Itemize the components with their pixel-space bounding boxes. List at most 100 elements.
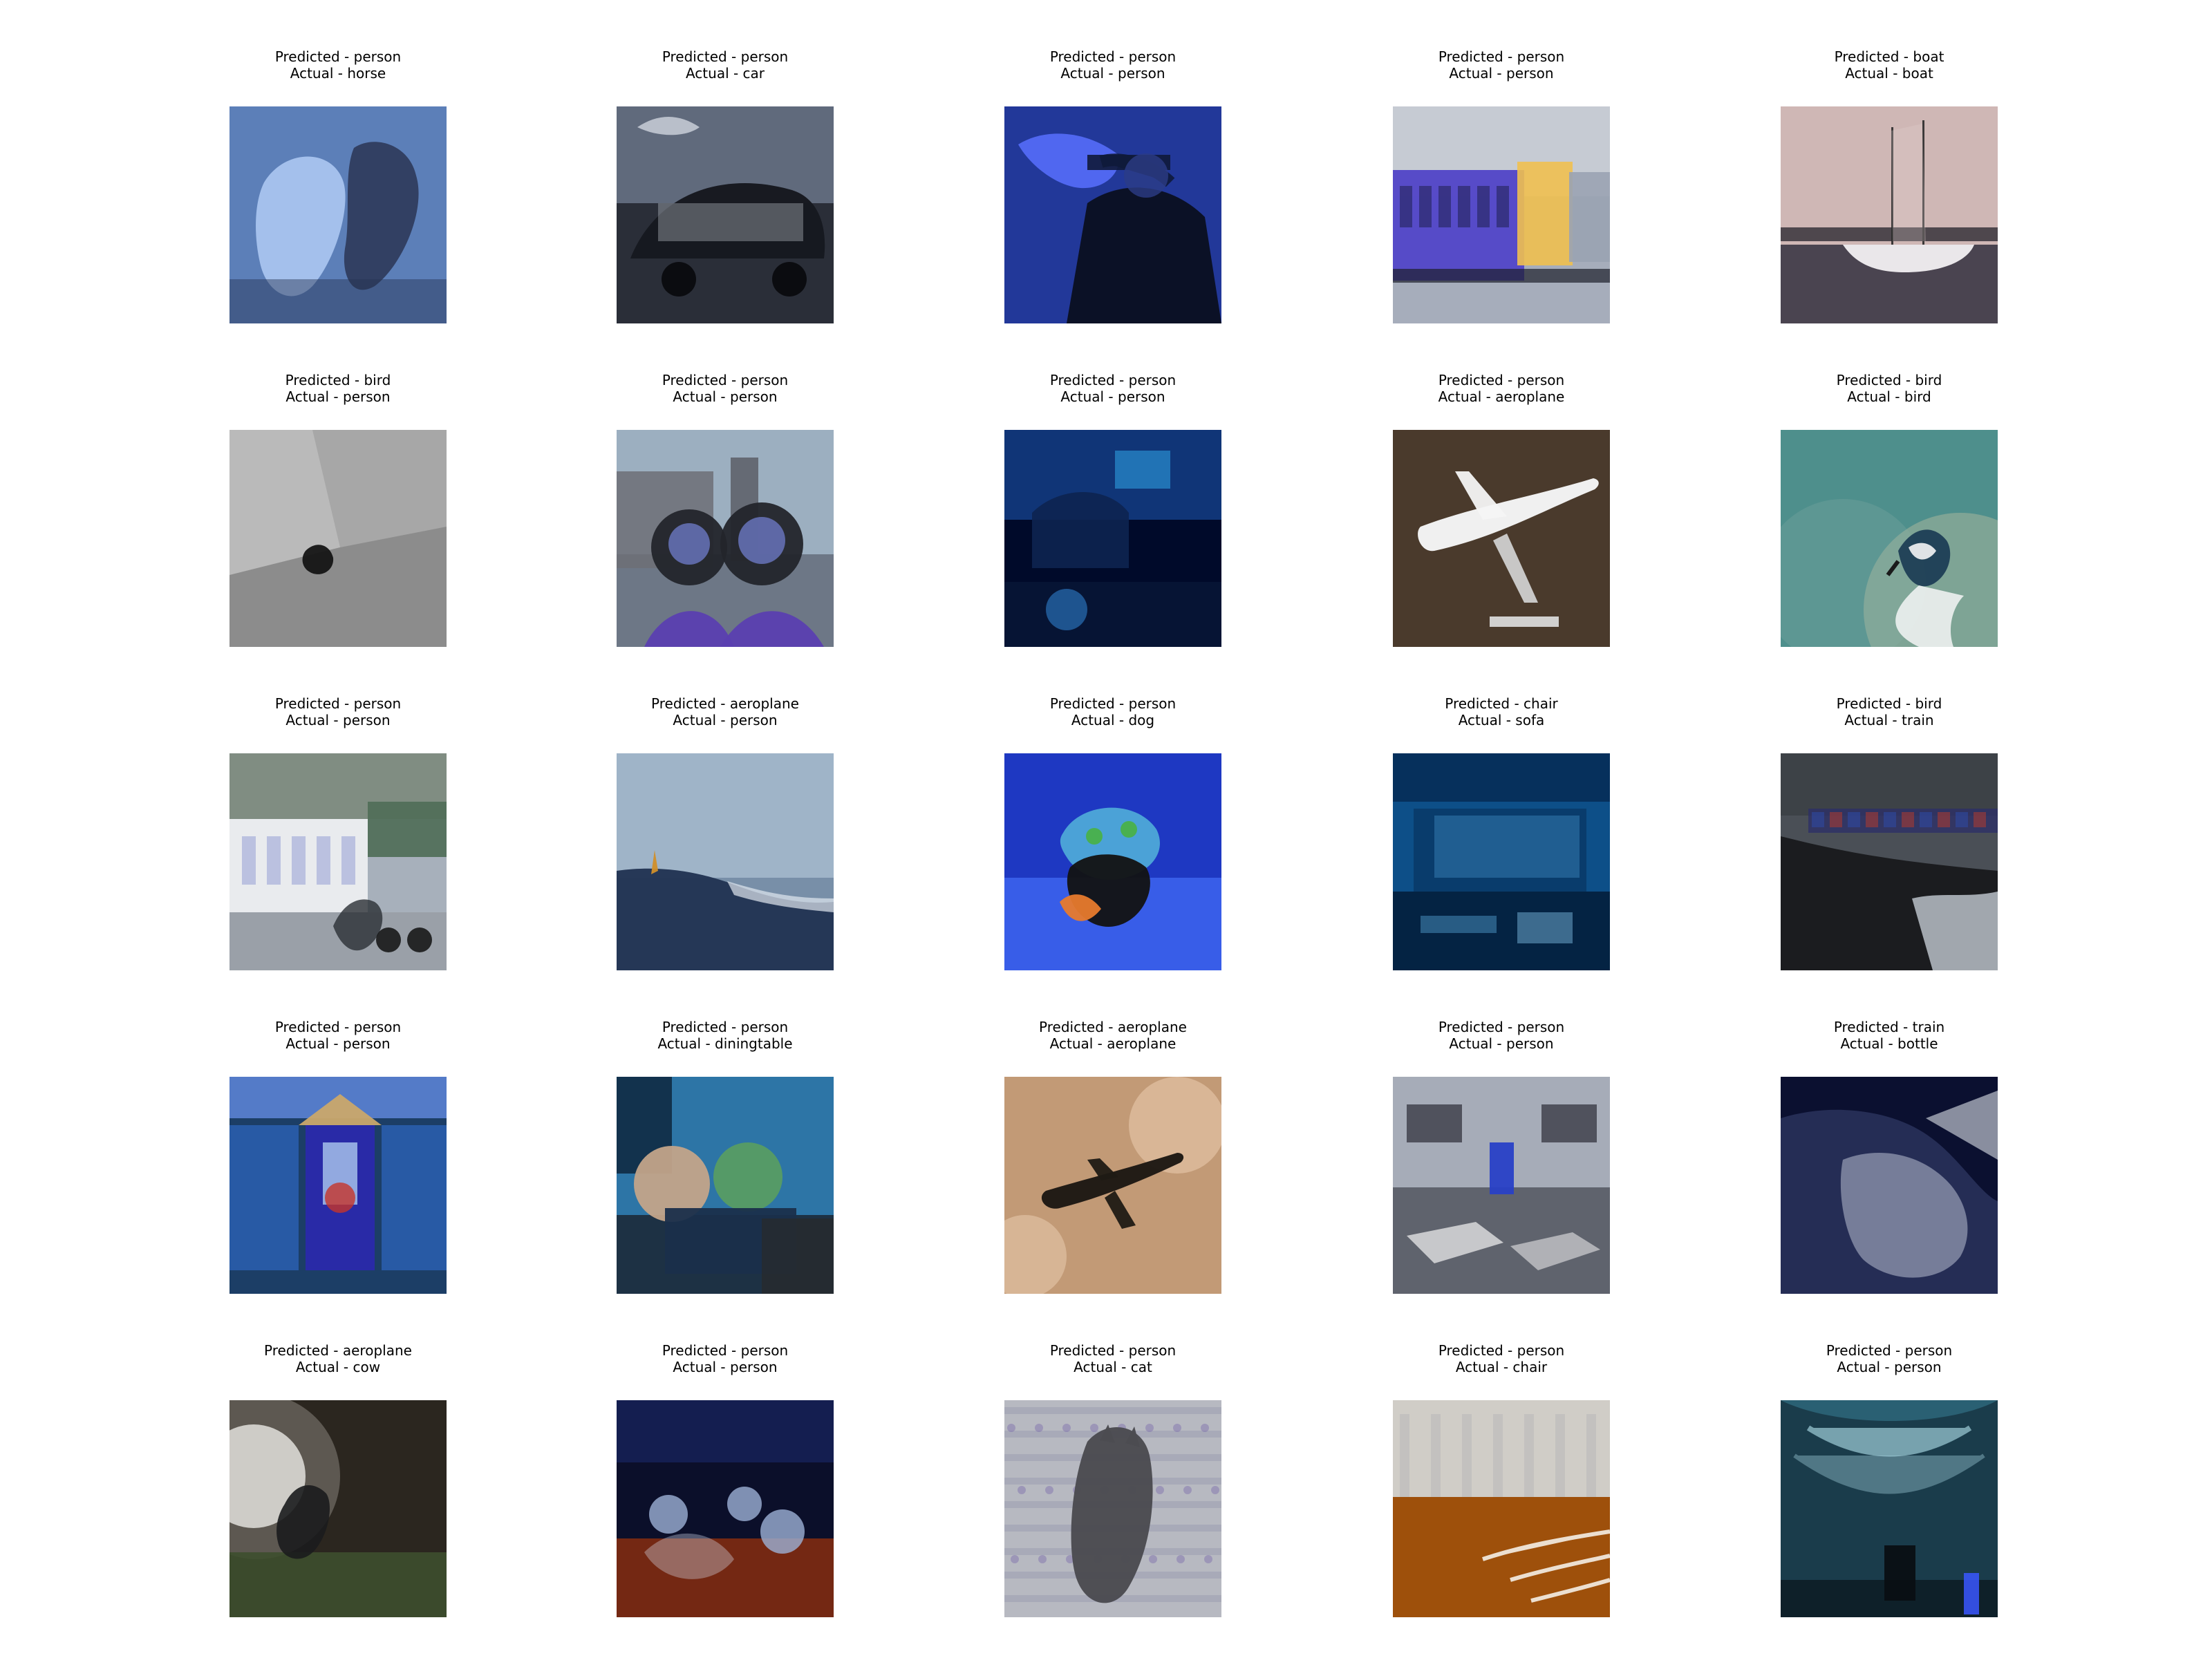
actual-label: Actual - person <box>673 388 778 405</box>
panel-image-graphic <box>229 753 447 970</box>
predicted-label: Predicted - boat <box>1834 48 1944 65</box>
actual-label: Actual - dog <box>1071 712 1155 728</box>
prediction-panel: Predicted - chair Actual - sofa <box>1308 695 1695 1020</box>
predicted-label: Predicted - person <box>274 695 402 712</box>
panel-image-graphic <box>1004 106 1221 323</box>
panel-image-graphic <box>617 753 834 970</box>
panel-image-graphic <box>1781 430 1998 647</box>
panel-image-graphic <box>1004 430 1221 647</box>
predicted-label: Predicted - aeroplane <box>1039 1019 1187 1035</box>
actual-label: Actual - sofa <box>1458 712 1545 728</box>
panel-image <box>229 1077 447 1294</box>
panel-image <box>617 1400 834 1617</box>
panel-caption: Predicted - aeroplane Actual - person <box>532 695 919 728</box>
panel-image <box>1393 106 1610 323</box>
panel-caption: Predicted - person Actual - person <box>1308 48 1695 82</box>
predicted-label: Predicted - aeroplane <box>651 695 799 712</box>
predicted-label: Predicted - bird <box>1836 372 1942 388</box>
panel-image <box>229 430 447 647</box>
prediction-panel: Predicted - person Actual - person <box>1308 48 1695 373</box>
predicted-label: Predicted - person <box>662 372 789 388</box>
actual-label: Actual - horse <box>290 65 386 82</box>
panel-caption: Predicted - person Actual - person <box>144 1019 532 1052</box>
panel-caption: Predicted - person Actual - horse <box>144 48 532 82</box>
actual-label: Actual - train <box>1844 712 1934 728</box>
panel-caption: Predicted - aeroplane Actual - cow <box>144 1342 532 1375</box>
predicted-label: Predicted - person <box>1049 372 1177 388</box>
prediction-panel: Predicted - aeroplane Actual - person <box>532 695 919 1020</box>
panel-image-graphic <box>617 430 834 647</box>
predicted-label: Predicted - person <box>662 1342 789 1359</box>
actual-label: Actual - bottle <box>1840 1035 1938 1052</box>
panel-image <box>1004 106 1221 323</box>
panel-caption: Predicted - person Actual - person <box>1308 1019 1695 1052</box>
results-grid: Predicted - person Actual - horse Predicte… <box>0 0 2212 1659</box>
panel-image <box>1781 106 1998 323</box>
prediction-panel: Predicted - person Actual - person <box>919 48 1306 373</box>
panel-image <box>1004 1400 1221 1617</box>
panel-image <box>229 1400 447 1617</box>
actual-label: Actual - chair <box>1455 1359 1548 1375</box>
predicted-label: Predicted - person <box>1438 372 1565 388</box>
prediction-panel: Predicted - boat Actual - boat <box>1696 48 2083 373</box>
predicted-label: Predicted - bird <box>285 372 391 388</box>
panel-image <box>1781 430 1998 647</box>
panel-image-graphic <box>229 430 447 647</box>
panel-image-graphic <box>229 1400 447 1617</box>
panel-image-graphic <box>1781 753 1998 970</box>
panel-caption: Predicted - person Actual - aeroplane <box>1308 372 1695 405</box>
panel-caption: Predicted - boat Actual - boat <box>1696 48 2083 82</box>
predicted-label: Predicted - person <box>1049 48 1177 65</box>
panel-image-graphic <box>617 1400 834 1617</box>
panel-image <box>617 106 834 323</box>
actual-label: Actual - car <box>685 65 765 82</box>
panel-caption: Predicted - aeroplane Actual - aeroplane <box>919 1019 1306 1052</box>
panel-image <box>1781 1077 1998 1294</box>
panel-image <box>1393 430 1610 647</box>
prediction-panel: Predicted - person Actual - person <box>532 1342 919 1667</box>
actual-label: Actual - person <box>673 1359 778 1375</box>
panel-image-graphic <box>1393 1077 1610 1294</box>
panel-caption: Predicted - person Actual - car <box>532 48 919 82</box>
panel-caption: Predicted - person Actual - person <box>919 48 1306 82</box>
prediction-panel: Predicted - bird Actual - person <box>144 372 532 697</box>
predicted-label: Predicted - person <box>662 48 789 65</box>
predicted-label: Predicted - person <box>1826 1342 1953 1359</box>
panel-caption: Predicted - person Actual - person <box>532 372 919 405</box>
panel-caption: Predicted - person Actual - person <box>1696 1342 2083 1375</box>
actual-label: Actual - person <box>673 712 778 728</box>
prediction-panel: Predicted - person Actual - horse <box>144 48 532 373</box>
panel-image <box>1004 753 1221 970</box>
actual-label: Actual - person <box>1060 388 1165 405</box>
predicted-label: Predicted - person <box>662 1019 789 1035</box>
predicted-label: Predicted - train <box>1833 1019 1945 1035</box>
panel-image-graphic <box>1393 753 1610 970</box>
actual-label: Actual - person <box>285 1035 391 1052</box>
panel-image <box>617 430 834 647</box>
panel-image <box>1393 1400 1610 1617</box>
panel-image <box>1781 1400 1998 1617</box>
predicted-label: Predicted - person <box>274 1019 402 1035</box>
actual-label: Actual - bird <box>1847 388 1931 405</box>
panel-caption: Predicted - bird Actual - bird <box>1696 372 2083 405</box>
panel-image <box>229 753 447 970</box>
prediction-panel: Predicted - person Actual - car <box>532 48 919 373</box>
panel-image-graphic <box>1393 106 1610 323</box>
panel-image-graphic <box>1781 1077 1998 1294</box>
predicted-label: Predicted - bird <box>1836 695 1942 712</box>
predicted-label: Predicted - aeroplane <box>264 1342 412 1359</box>
panel-caption: Predicted - person Actual - chair <box>1308 1342 1695 1375</box>
actual-label: Actual - cat <box>1074 1359 1152 1375</box>
panel-image-graphic <box>229 106 447 323</box>
actual-label: Actual - person <box>1837 1359 1942 1375</box>
panel-caption: Predicted - person Actual - dog <box>919 695 1306 728</box>
panel-image-graphic <box>1781 1400 1998 1617</box>
panel-caption: Predicted - train Actual - bottle <box>1696 1019 2083 1052</box>
actual-label: Actual - aeroplane <box>1049 1035 1177 1052</box>
actual-label: Actual - boat <box>1845 65 1933 82</box>
panel-image <box>1004 1077 1221 1294</box>
predicted-label: Predicted - person <box>1438 48 1565 65</box>
prediction-panel: Predicted - person Actual - person <box>144 1019 532 1344</box>
prediction-panel: Predicted - person Actual - dog <box>919 695 1306 1020</box>
prediction-panel: Predicted - person Actual - person <box>144 695 532 1020</box>
